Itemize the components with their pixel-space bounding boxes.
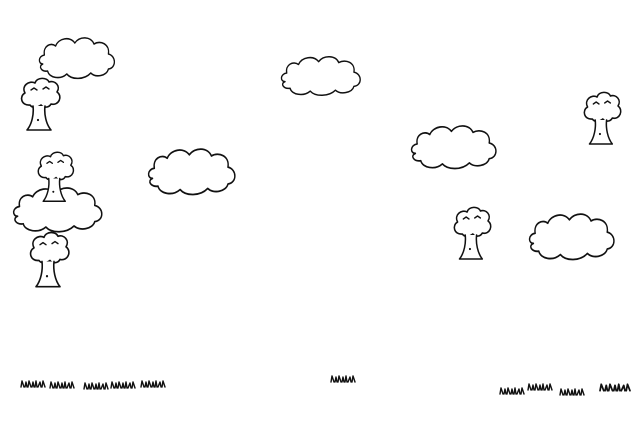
cloud-icon — [147, 148, 236, 196]
grass-tuft-icon — [527, 383, 553, 391]
cloud-icon — [410, 125, 497, 170]
tree-icon — [29, 231, 70, 288]
grass-tuft-icon — [83, 382, 109, 390]
drawing-canvas — [12, 37, 631, 396]
cloud-icon — [528, 213, 615, 261]
tree-icon — [583, 91, 622, 145]
grass-tuft-icon — [110, 381, 136, 389]
grass-tuft-icon — [140, 380, 166, 388]
grass-tuft-icon — [49, 381, 75, 389]
grass-tuft-icon — [499, 387, 525, 395]
cloud-icon — [280, 56, 361, 97]
tree-icon — [453, 206, 492, 260]
grass-tuft-icon — [559, 388, 585, 396]
tree-icon — [20, 77, 61, 131]
cloud-icon — [38, 37, 116, 80]
grass-tuft-icon — [330, 375, 356, 383]
grass-tuft-icon — [599, 383, 631, 392]
grass-tuft-icon — [20, 380, 46, 388]
